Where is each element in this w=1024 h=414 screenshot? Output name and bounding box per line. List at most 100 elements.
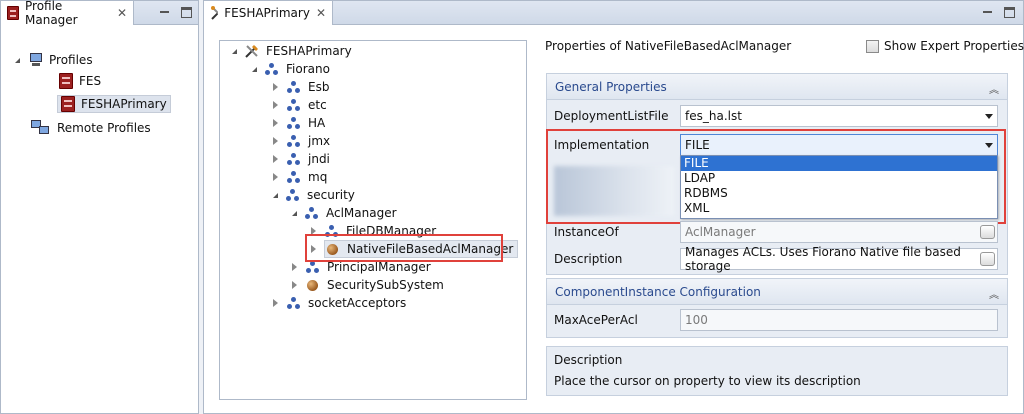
server-icon bbox=[61, 96, 75, 112]
expanded-arrow-icon[interactable] bbox=[292, 210, 297, 216]
node-icon bbox=[286, 133, 302, 149]
minimize-icon[interactable] bbox=[982, 6, 993, 18]
node-icon bbox=[264, 61, 280, 77]
tree-item-label: etc bbox=[308, 98, 327, 112]
collapsed-arrow-icon[interactable] bbox=[273, 137, 278, 145]
maximize-icon[interactable] bbox=[1004, 7, 1015, 18]
node-icon bbox=[286, 115, 302, 131]
profile-manager-icon bbox=[7, 6, 19, 20]
node-icon bbox=[304, 205, 320, 221]
maxaceperacl-field[interactable]: 100 bbox=[680, 309, 998, 331]
tab-profile-manager-label: Profile Manager bbox=[25, 0, 78, 27]
tree-item-securitysubsystem[interactable]: SecuritySubSystem bbox=[292, 276, 444, 294]
section-title: ComponentInstance Configuration bbox=[555, 284, 761, 299]
profile-manager-tabbar: Profile Manager ✕ bbox=[1, 0, 198, 27]
tree-item-aclmanager[interactable]: AclManager bbox=[292, 204, 397, 222]
node-icon bbox=[286, 169, 302, 185]
maximize-icon[interactable] bbox=[181, 7, 192, 18]
description-box: Description Place the cursor on property… bbox=[546, 346, 1008, 396]
tree-item-security[interactable]: security bbox=[273, 186, 355, 204]
collapsed-arrow-icon[interactable] bbox=[273, 173, 278, 181]
expanded-arrow-icon[interactable] bbox=[252, 66, 257, 72]
node-icon bbox=[286, 151, 302, 167]
tree-item-label: FES bbox=[79, 74, 102, 88]
node-icon bbox=[286, 79, 302, 95]
show-expert-label: Show Expert Properties bbox=[884, 39, 1024, 53]
checkbox-box[interactable] bbox=[866, 39, 879, 53]
tab-feshaprimary-label: FESHAPrimary bbox=[224, 6, 310, 20]
expanded-arrow-icon[interactable] bbox=[232, 48, 237, 54]
close-icon[interactable]: ✕ bbox=[316, 6, 326, 20]
tree-item-feshaprimary-root[interactable]: FESHAPrimary bbox=[232, 42, 352, 60]
ellipsis-button[interactable] bbox=[980, 225, 995, 239]
tree-item-label: PrincipalManager bbox=[327, 260, 431, 274]
close-icon[interactable]: ✕ bbox=[117, 6, 127, 20]
description-field[interactable]: Manages ACLs. Uses Fiorano Native file b… bbox=[680, 245, 998, 273]
implementation-highlight bbox=[546, 129, 1006, 224]
tools-icon bbox=[211, 6, 219, 20]
collapsed-arrow-icon[interactable] bbox=[273, 101, 278, 109]
tree-item-jndi[interactable]: jndi bbox=[273, 150, 330, 168]
expanded-arrow-icon[interactable] bbox=[15, 57, 20, 63]
collapsed-arrow-icon[interactable] bbox=[273, 83, 278, 91]
tree-item-mq[interactable]: mq bbox=[273, 168, 327, 186]
tree-item-label: security bbox=[307, 188, 355, 202]
collapse-icon[interactable]: ︽ bbox=[989, 286, 999, 301]
tree-item-feshaprimary[interactable]: FESHAPrimary bbox=[57, 95, 171, 113]
tree-item-label: HA bbox=[308, 116, 326, 130]
deploymentlistfile-combo[interactable]: fes_ha.lst bbox=[680, 105, 998, 127]
tools-icon bbox=[245, 45, 258, 58]
collapsed-arrow-icon[interactable] bbox=[292, 263, 297, 271]
general-properties-header[interactable]: General Properties ︽ bbox=[547, 74, 1007, 100]
collapse-icon[interactable]: ︽ bbox=[989, 81, 999, 96]
section-title: General Properties bbox=[555, 79, 667, 94]
tree-item-label: mq bbox=[308, 170, 328, 184]
properties-header: Properties of NativeFileBasedAclManager bbox=[545, 39, 792, 53]
minimize-icon[interactable] bbox=[159, 6, 170, 18]
collapsed-arrow-icon[interactable] bbox=[273, 119, 278, 127]
tree-item-fiorano[interactable]: Fiorano bbox=[252, 60, 330, 78]
remote-computers-icon bbox=[31, 120, 51, 136]
instanceof-field[interactable]: AclManager bbox=[680, 221, 998, 243]
ellipsis-button[interactable] bbox=[980, 252, 995, 266]
description-value: Manages ACLs. Uses Fiorano Native file b… bbox=[685, 245, 961, 273]
tree-item-jmx[interactable]: jmx bbox=[273, 132, 330, 150]
node-icon bbox=[286, 295, 302, 311]
tree-item-esb[interactable]: Esb bbox=[273, 78, 329, 96]
server-icon bbox=[59, 73, 73, 89]
tree-item-profiles[interactable]: Profiles bbox=[15, 51, 93, 69]
tree-item-label: FESHAPrimary bbox=[266, 44, 352, 58]
tree-item-etc[interactable]: etc bbox=[273, 96, 327, 114]
maxaceperacl-label: MaxAcePerAcl bbox=[554, 313, 638, 327]
tree-item-label: Remote Profiles bbox=[57, 121, 151, 135]
deploymentlistfile-label: DeploymentListFile bbox=[554, 109, 669, 123]
tree-item-label: SecuritySubSystem bbox=[327, 278, 444, 292]
tree-item-fes[interactable]: FES bbox=[59, 72, 101, 90]
tree-item-label: jndi bbox=[308, 152, 330, 166]
description-box-title: Description bbox=[554, 353, 623, 367]
tree-item-remote-profiles[interactable]: Remote Profiles bbox=[31, 119, 151, 137]
collapsed-arrow-icon[interactable] bbox=[292, 281, 297, 289]
show-expert-properties-checkbox[interactable]: Show Expert Properties bbox=[866, 39, 1024, 53]
tree-item-ha[interactable]: HA bbox=[273, 114, 325, 132]
tree-item-socketacceptors[interactable]: socketAcceptors bbox=[273, 294, 406, 312]
tab-profile-manager[interactable]: Profile Manager ✕ bbox=[1, 0, 134, 27]
deploymentlistfile-value: fes_ha.lst bbox=[685, 109, 742, 123]
tree-item-label: FESHAPrimary bbox=[81, 97, 167, 111]
editor-tabbar: FESHAPrimary ✕ bbox=[204, 1, 1023, 25]
tab-feshaprimary[interactable]: FESHAPrimary ✕ bbox=[204, 1, 333, 25]
config-tree: FESHAPrimary Fiorano Esb etc HA jmx jndi… bbox=[219, 40, 527, 400]
component-instance-header[interactable]: ComponentInstance Configuration ︽ bbox=[547, 279, 1007, 305]
tree-item-label: Fiorano bbox=[286, 62, 330, 76]
instanceof-label: InstanceOf bbox=[554, 225, 619, 239]
bean-icon bbox=[307, 279, 318, 291]
collapsed-arrow-icon[interactable] bbox=[273, 155, 278, 163]
expanded-arrow-icon[interactable] bbox=[273, 192, 278, 198]
tree-item-label: AclManager bbox=[326, 206, 397, 220]
instanceof-value: AclManager bbox=[685, 225, 756, 239]
chevron-down-icon[interactable] bbox=[985, 114, 993, 119]
maxaceperacl-value: 100 bbox=[685, 313, 708, 327]
collapsed-arrow-icon[interactable] bbox=[273, 299, 278, 307]
description-label: Description bbox=[554, 252, 623, 266]
profile-manager-view: Profile Manager ✕ Profiles FES FESHAPrim… bbox=[0, 0, 199, 414]
